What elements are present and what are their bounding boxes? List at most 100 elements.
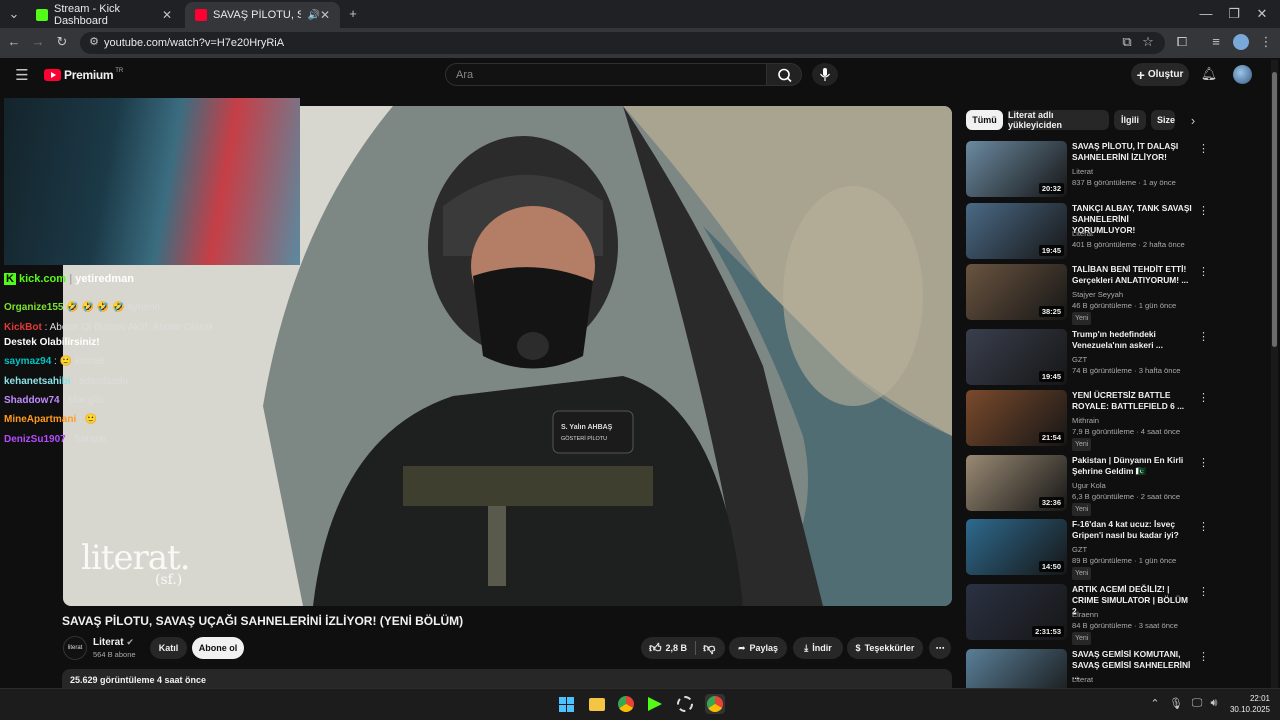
more-actions-button[interactable]: ⋯ — [929, 637, 951, 659]
chip-from-uploader[interactable]: Literat adlı yükleyiciden — [1008, 110, 1109, 130]
join-button[interactable]: Katıl — [150, 637, 187, 659]
recommendation-title[interactable]: Trump'ın hedefindeki Venezuela'nın asker… — [1072, 329, 1192, 351]
back-icon[interactable]: ← — [4, 34, 24, 49]
recommendation-views: 46 B görüntüleme · 1 gün önce — [1072, 301, 1177, 310]
browser-menu-icon[interactable]: ⋮ — [1256, 34, 1276, 50]
search-button[interactable] — [766, 63, 802, 86]
recommendation-views: 74 B görüntüleme · 3 hafta önce — [1072, 366, 1181, 375]
more-options-icon[interactable]: ⋮ — [1198, 520, 1209, 533]
recommendation-title[interactable]: F-16'dan 4 kat ucuz: İsveç Gripen'i nası… — [1072, 519, 1192, 541]
show-hidden-icons[interactable]: ⌃ — [1145, 697, 1165, 710]
dislike-icon[interactable]: 👎︎ — [703, 641, 715, 656]
more-options-icon[interactable]: ⋮ — [1198, 585, 1209, 598]
like-icon[interactable]: 👍︎ — [649, 641, 662, 656]
tab-youtube-video[interactable]: SAVAŞ PİLOTU, SAVAŞ UÇAĞ... 🔊 ✕ — [185, 2, 340, 28]
recommendation-channel[interactable]: GZT — [1072, 544, 1197, 555]
forward-icon[interactable]: → — [28, 34, 48, 49]
notifications-bell-icon[interactable]: 🔔︎ — [1199, 66, 1219, 82]
chat-message: MineApartmani : 🙂 — [4, 414, 97, 425]
chrome-icon[interactable] — [618, 696, 634, 712]
recommendation-channel[interactable]: Mithrain — [1072, 415, 1197, 426]
windows-taskbar — [0, 688, 1280, 720]
recommendation-title[interactable]: TALİBAN BENİ TEHDİT ETTİ! Gerçekleri ANL… — [1072, 264, 1192, 286]
start-button[interactable] — [559, 697, 574, 712]
recommendation-meta: GZT 89 B görüntüleme · 1 gün önce Yeni — [1072, 544, 1197, 580]
active-chrome-taskbar[interactable] — [705, 694, 725, 714]
speaker-icon[interactable]: 🔊 — [307, 10, 319, 21]
recommendation-thumbnail[interactable]: 19:45 — [966, 329, 1067, 385]
extensions-icon[interactable]: ⧠ — [1172, 34, 1192, 50]
search-input[interactable]: Ara — [445, 63, 767, 86]
chip-related[interactable]: İlgili — [1114, 110, 1146, 130]
tab-search-icon[interactable]: ⌄ — [4, 6, 24, 22]
site-info-icon[interactable]: ⚙ — [84, 35, 104, 48]
close-window-button[interactable]: ✕ — [1252, 6, 1272, 22]
close-tab-icon[interactable]: ✕ — [320, 8, 330, 22]
more-options-icon[interactable]: ⋮ — [1198, 650, 1209, 663]
recommendation-title[interactable]: SAVAŞ PİLOTU, İT DALAŞI SAHNELERİNİ İZLİ… — [1072, 141, 1192, 163]
recommendation-channel[interactable]: Literat — [1072, 166, 1197, 177]
recommendation-title[interactable]: YENİ ÜCRETSİZ BATTLE ROYALE: BATTLEFIELD… — [1072, 390, 1192, 412]
menu-hamburger-icon[interactable]: ☰ — [12, 66, 32, 84]
recommendation-channel[interactable]: GZT — [1072, 354, 1197, 365]
recommendation-title[interactable]: Pakistan | Dünyanın En Kirli Şehrine Gel… — [1072, 455, 1192, 477]
kick-logo-icon: K — [4, 273, 16, 285]
recommendation-channel[interactable]: Elraenn — [1072, 609, 1197, 620]
more-options-icon[interactable]: ⋮ — [1198, 142, 1209, 155]
media-control-icon[interactable]: ≡ — [1206, 34, 1226, 49]
kick-username: yetiredman — [75, 273, 134, 285]
youtube-logo[interactable]: Premium TR — [44, 68, 123, 82]
recommendation-thumbnail[interactable]: 2:31:53 — [966, 584, 1067, 640]
video-duration: 38:25 — [1038, 306, 1064, 317]
more-options-icon[interactable]: ⋮ — [1198, 265, 1209, 278]
new-tab-button[interactable]: + — [343, 6, 363, 21]
recommendation-meta: Ugur Kola 6,3 B görüntüleme · 2 saat önce… — [1072, 480, 1197, 516]
more-options-icon[interactable]: ⋮ — [1198, 391, 1209, 404]
recommendation-channel[interactable]: Literat — [1072, 228, 1197, 239]
microphone-icon — [820, 68, 830, 81]
account-avatar[interactable] — [1233, 65, 1252, 84]
more-options-icon[interactable]: ⋮ — [1198, 204, 1209, 217]
thanks-button[interactable]: $ Teşekkürler — [847, 637, 923, 659]
minimize-button[interactable]: — — [1196, 6, 1216, 21]
voice-search-button[interactable] — [812, 63, 838, 86]
obs-icon[interactable] — [677, 696, 693, 712]
more-options-icon[interactable]: ⋮ — [1198, 456, 1209, 469]
install-app-icon[interactable]: ⧉ — [1117, 34, 1137, 50]
volume-icon[interactable]: 🔊︎ — [1204, 697, 1224, 710]
chip-for-you[interactable]: Size — [1151, 110, 1175, 130]
chip-all[interactable]: Tümü — [966, 110, 1003, 130]
chat-message: KickBot : Abone Ol Butonu Aktif. Abone O… — [4, 322, 214, 333]
recommendation-thumbnail[interactable]: 14:50 — [966, 519, 1067, 575]
video-duration: 14:50 — [1038, 561, 1064, 572]
bookmark-star-icon[interactable]: ☆ — [1138, 34, 1158, 50]
file-explorer-icon[interactable] — [589, 698, 605, 711]
reload-icon[interactable]: ↻ — [52, 34, 72, 50]
address-bar[interactable]: youtube.com/watch?v=H7e20HryRiA — [80, 32, 1165, 54]
recommendation-thumbnail[interactable]: 32:36 — [966, 455, 1067, 511]
channel-name[interactable]: Literat ✔ — [93, 637, 134, 648]
more-options-icon[interactable]: ⋮ — [1198, 330, 1209, 343]
recommendation-thumbnail[interactable]: 21:54 — [966, 390, 1067, 446]
profile-avatar[interactable] — [1233, 34, 1249, 50]
recommendation-channel[interactable]: Literat — [1072, 674, 1197, 685]
recommendation-channel[interactable]: Ugur Kola — [1072, 480, 1197, 491]
recommendation-thumbnail[interactable]: 19:45 — [966, 203, 1067, 259]
tab-kick-dashboard[interactable]: Stream - Kick Dashboard ✕ — [26, 2, 182, 28]
close-tab-icon[interactable]: ✕ — [162, 8, 172, 22]
recommendation-views: 401 B görüntüleme · 2 hafta önce — [1072, 240, 1185, 249]
recommendation-views: 6,3 B görüntüleme · 2 saat önce — [1072, 492, 1181, 501]
download-button[interactable]: ⤓ İndir — [793, 637, 843, 659]
recommendation-thumbnail[interactable]: 20:32 — [966, 141, 1067, 197]
subscribe-button[interactable]: Abone ol — [192, 637, 244, 659]
recommendation-channel[interactable]: Stajyer Seyyah — [1072, 289, 1197, 300]
channel-avatar[interactable]: literat — [63, 636, 87, 660]
scrollbar-thumb[interactable] — [1272, 72, 1277, 347]
recommendation-thumbnail[interactable]: 38:25 — [966, 264, 1067, 320]
microphone-tray-icon[interactable]: 🎙︎ — [1166, 697, 1186, 710]
clock[interactable]: 22:01 30.10.2025 — [1228, 693, 1270, 715]
create-button[interactable]: + Oluştur — [1131, 63, 1189, 86]
restore-button[interactable]: ❐ — [1224, 6, 1244, 22]
share-button[interactable]: ➦ Paylaş — [729, 637, 787, 659]
chips-next-icon[interactable]: › — [1183, 113, 1203, 128]
